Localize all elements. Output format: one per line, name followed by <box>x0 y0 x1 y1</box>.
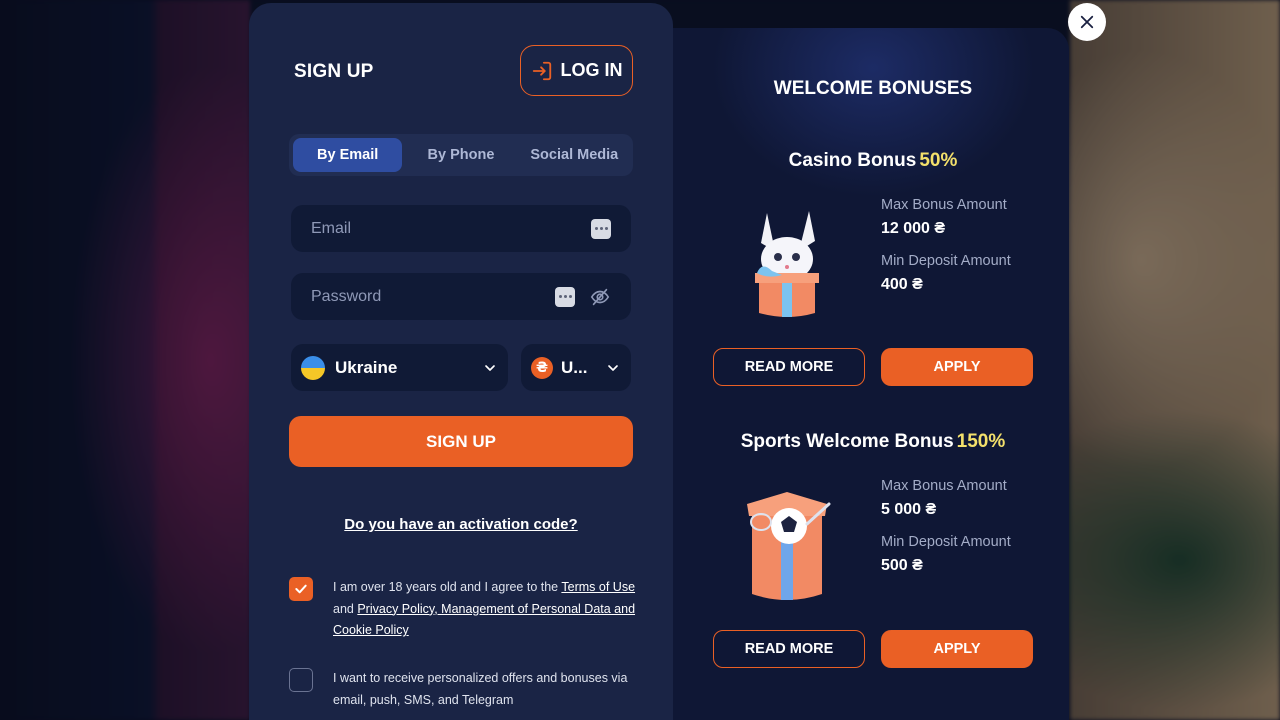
sports-min-label: Min Deposit Amount <box>881 534 1011 550</box>
close-icon <box>1080 15 1094 29</box>
casino-bonus-title: Casino Bonus 50% <box>788 150 958 171</box>
casino-apply-button[interactable]: APPLY <box>881 348 1033 386</box>
chevron-down-icon <box>485 364 495 371</box>
sports-gift-illustration <box>747 492 831 600</box>
login-button[interactable]: LOG IN <box>520 45 633 96</box>
checkmark-icon <box>295 584 307 594</box>
password-field[interactable]: Password <box>291 273 631 320</box>
offers-consent-row: I want to receive personalized offers an… <box>289 668 639 711</box>
casino-max-label: Max Bonus Amount <box>881 197 1007 213</box>
eye-off-icon[interactable] <box>589 286 611 308</box>
currency-select[interactable]: ₴ U... <box>521 344 631 391</box>
currency-value: U... <box>561 357 588 377</box>
chevron-down-icon <box>608 364 618 371</box>
activation-code-link[interactable]: Do you have an activation code? <box>249 516 673 533</box>
tab-by-email[interactable]: By Email <box>293 138 403 172</box>
terms-text: I am over 18 years old and I agree to th… <box>333 580 636 638</box>
fox-gift-illustration <box>755 211 819 317</box>
casino-bonus-percent: 50% <box>919 150 958 171</box>
casino-max-value: 12 000 ₴ <box>881 220 946 237</box>
tab-by-phone[interactable]: By Phone <box>406 138 515 172</box>
sports-apply-button[interactable]: APPLY <box>881 630 1033 668</box>
sports-max-label: Max Bonus Amount <box>881 478 1007 494</box>
login-icon <box>532 61 551 80</box>
country-value: Ukraine <box>335 357 398 377</box>
terms-checkbox[interactable] <box>289 577 313 601</box>
signup-method-tabs: By Email By Phone Social Media <box>289 134 633 176</box>
password-placeholder: Password <box>311 287 382 305</box>
sports-max-value: 5 000 ₴ <box>881 501 937 518</box>
login-label: LOG IN <box>560 60 623 80</box>
sports-min-value: 500 ₴ <box>881 557 923 574</box>
sports-read-more-button[interactable]: READ MORE <box>713 630 865 668</box>
signup-submit-button[interactable]: SIGN UP <box>289 416 633 467</box>
signup-title: SIGN UP <box>294 61 374 82</box>
casino-min-label: Min Deposit Amount <box>881 253 1011 269</box>
welcome-bonuses-panel: WELCOME BONUSES Casino Bonus 50% Max Bonu… <box>673 28 1069 720</box>
sports-bonus-title: Sports Welcome Bonus 150% <box>740 431 1006 452</box>
tab-social-media[interactable]: Social Media <box>520 138 629 172</box>
signup-panel: SIGN UP LOG IN By Email By Phone Social … <box>249 3 673 720</box>
casino-min-value: 400 ₴ <box>881 276 923 293</box>
terms-of-use-link[interactable]: Terms of Use <box>561 580 635 594</box>
email-placeholder: Email <box>311 219 352 237</box>
terms-consent-row: I am over 18 years old and I agree to th… <box>289 577 639 642</box>
country-select[interactable]: Ukraine <box>291 344 508 391</box>
sports-bonus-percent: 150% <box>956 431 1006 452</box>
offers-checkbox[interactable] <box>289 668 313 692</box>
email-field[interactable]: Email <box>291 205 631 252</box>
privacy-policy-link[interactable]: Privacy Policy, Management of Personal D… <box>333 602 635 638</box>
close-modal-button[interactable] <box>1068 3 1106 41</box>
casino-read-more-button[interactable]: READ MORE <box>713 348 865 386</box>
bonuses-title: WELCOME BONUSES <box>773 78 973 99</box>
hryvnia-icon: ₴ <box>531 356 553 379</box>
offers-text: I want to receive personalized offers an… <box>333 671 628 707</box>
autofill-key-icon[interactable] <box>591 218 611 239</box>
autofill-key-icon[interactable] <box>555 286 575 307</box>
ukraine-flag-icon <box>301 355 325 380</box>
